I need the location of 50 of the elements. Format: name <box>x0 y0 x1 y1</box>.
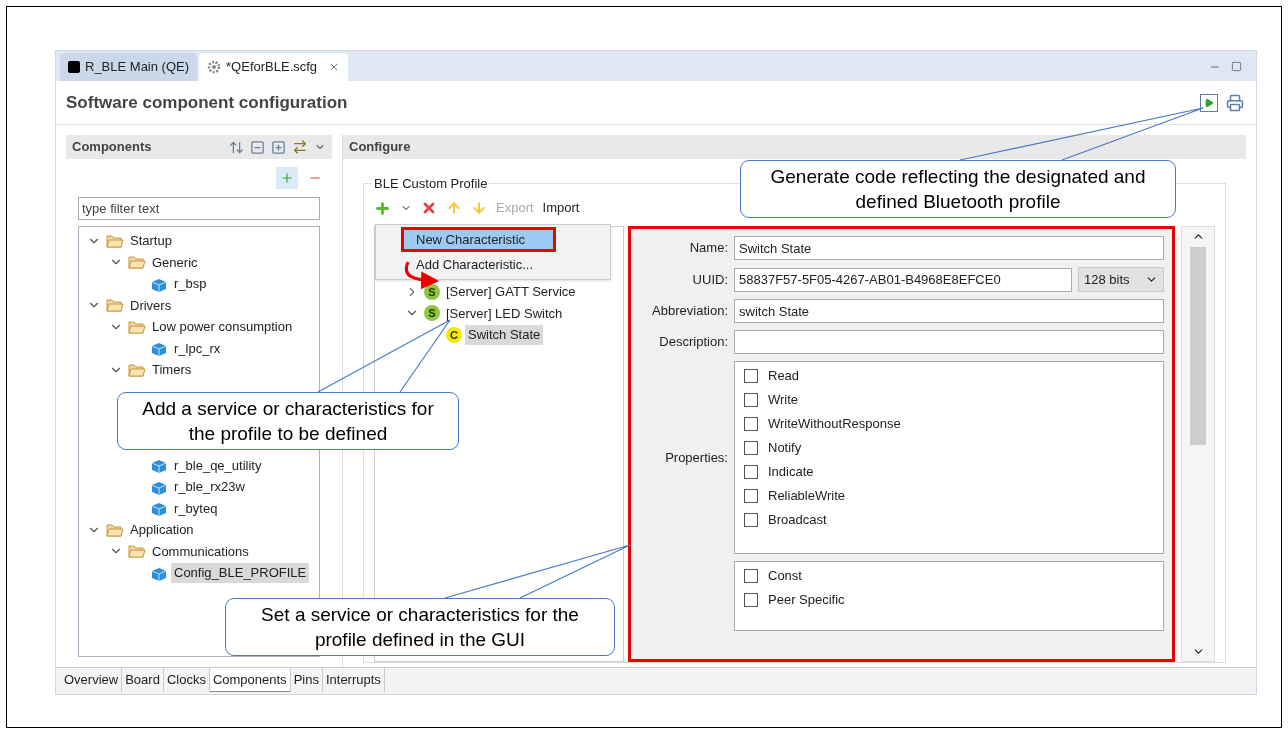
checkbox-label: WriteWithoutResponse <box>768 415 901 434</box>
pane-title: Configure <box>349 138 411 157</box>
editor-tab[interactable]: R_BLE Main (QE) <box>60 53 198 81</box>
toolbar-button[interactable]: Import <box>542 198 580 218</box>
tree-item[interactable]: r_ble_qe_utility <box>171 455 265 475</box>
field-label: Name: <box>688 239 728 258</box>
tree-item[interactable]: r_ble_rx23w <box>171 477 248 497</box>
text-field[interactable]: 58837F57-5F05-4267-AB01-B4968E8EFCE0 <box>734 267 1072 292</box>
tree-item[interactable]: r_byteq <box>171 498 221 518</box>
tree-item[interactable]: r_bsp <box>171 274 210 294</box>
tree-item[interactable]: [Server] LED Switch <box>443 303 566 323</box>
callout: Generate code reflecting the designated and defined Bluetooth profile <box>740 160 1176 218</box>
field-label: Abbreviation: <box>651 302 728 321</box>
menu-item[interactable]: Add Characteristic... <box>376 252 610 277</box>
characteristic-badge-icon: C <box>446 326 462 343</box>
page-tab[interactable]: Components <box>209 668 291 692</box>
tree-item[interactable]: [Server] GATT Service <box>443 282 579 302</box>
field-label: UUID: <box>691 270 728 289</box>
tree-item[interactable]: Config_BLE_PROFILE <box>171 563 310 583</box>
checkbox-label: Notify <box>768 439 802 458</box>
tree-item[interactable]: r_lpc_rx <box>171 338 224 358</box>
checkbox-label: Indicate <box>768 463 814 482</box>
bits-select[interactable]: 128 bits <box>1078 267 1164 292</box>
checkbox-label: Write <box>768 391 799 410</box>
checkbox-label: ReliableWrite <box>768 487 846 506</box>
tree-item[interactable]: Drivers <box>127 295 175 315</box>
tree-item[interactable]: Communications <box>149 541 252 561</box>
tree-item[interactable]: Startup <box>127 231 175 251</box>
field-label: Properties: <box>664 448 728 467</box>
page-tab[interactable]: Overview <box>61 668 123 692</box>
checkbox-label: Read <box>768 367 800 386</box>
tree-item[interactable]: Low power consumption <box>149 317 296 337</box>
text-field[interactable]: Switch State <box>734 236 1164 260</box>
pane-title: Components <box>72 138 152 157</box>
tree-item[interactable]: Generic <box>149 252 201 272</box>
tree-item[interactable]: Timers <box>149 360 195 380</box>
checkbox-label: Broadcast <box>768 511 827 530</box>
menu-item[interactable]: New Characteristic <box>401 227 556 252</box>
text-field[interactable]: switch State <box>734 299 1164 323</box>
checkbox-label: Const <box>768 567 802 586</box>
callout: Set a service or characteristics for the profile defined in the GUI <box>225 598 615 656</box>
field-label: Description: <box>658 333 728 352</box>
tree-item[interactable]: Switch State <box>465 325 544 345</box>
editor-title: Software component configuration <box>66 91 348 114</box>
callout: Add a service or characteristics for the profile to be defined <box>117 392 459 450</box>
filter-field[interactable]: type filter text <box>78 197 320 220</box>
tree-item[interactable]: Application <box>127 520 197 540</box>
checkbox-label: Peer Specific <box>768 591 845 610</box>
editor-tab[interactable]: *QEforBLE.scfg <box>199 53 349 81</box>
service-badge-icon: S <box>424 305 440 322</box>
